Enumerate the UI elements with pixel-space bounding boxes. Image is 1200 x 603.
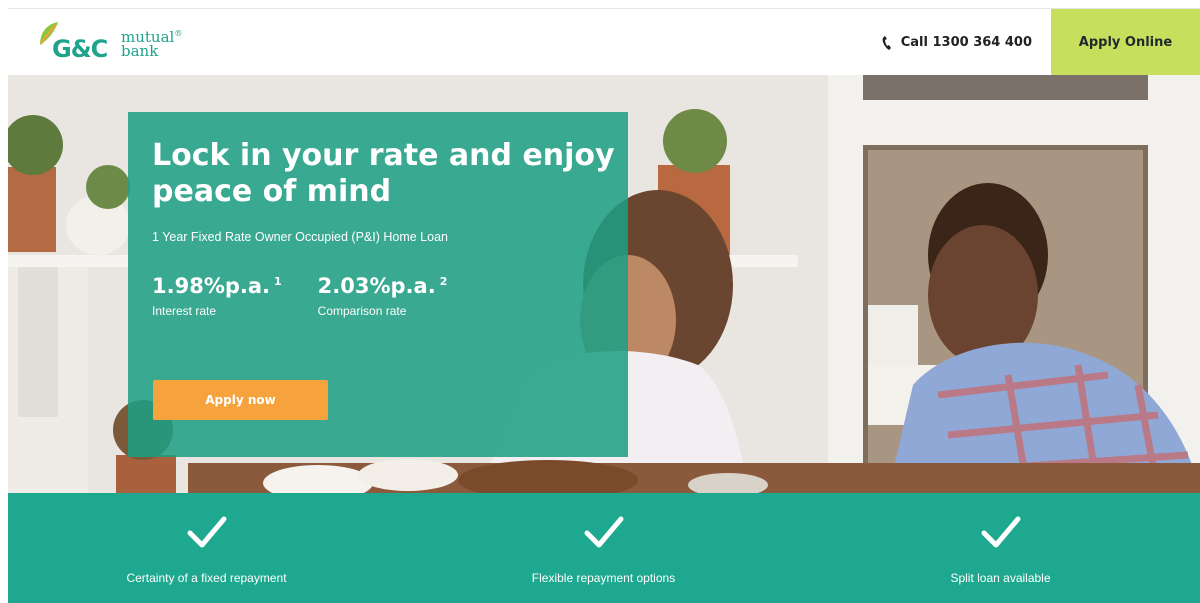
feature-label: Flexible repayment options — [531, 571, 676, 585]
call-link[interactable]: Call 1300 364 400 — [881, 9, 1032, 76]
call-label: Call 1300 364 400 — [900, 35, 1032, 50]
feature-item: Flexible repayment options — [405, 493, 802, 603]
site-header: G&C mutual® bank Call 1300 364 400 Apply… — [8, 8, 1200, 76]
interest-rate-number: 1.98%p.a. — [152, 274, 271, 298]
promo-title: Lock in your rate and enjoy peace of min… — [152, 138, 615, 209]
feature-label: Certainty of a fixed repayment — [126, 571, 287, 585]
apply-online-button[interactable]: Apply Online — [1051, 9, 1200, 76]
feature-item: Certainty of a fixed repayment — [8, 493, 405, 603]
registered-mark: ® — [174, 29, 183, 38]
comparison-rate-label: Comparison rate — [317, 304, 407, 318]
comparison-rate-value: 2.03%p.a. 2 — [318, 274, 448, 298]
logo-word-bank: bank — [121, 42, 159, 60]
checkmark-icon — [584, 516, 623, 548]
promo-subtitle: 1 Year Fixed Rate Owner Occupied (P&I) H… — [152, 230, 448, 244]
comparison-rate: 2.03%p.a. 2 Comparison rate — [318, 274, 448, 318]
footnote-1[interactable]: 1 — [274, 275, 282, 288]
checkmark-icon — [981, 516, 1020, 548]
promo-panel: Lock in your rate and enjoy peace of min… — [128, 112, 628, 457]
interest-rate: 1.98%p.a. 1 Interest rate — [152, 274, 282, 318]
footnote-2[interactable]: 2 — [440, 275, 448, 288]
interest-rate-label: Interest rate — [152, 304, 217, 318]
feature-label: Split loan available — [950, 571, 1051, 585]
logo-words: mutual® bank — [121, 27, 183, 60]
rates-row: 1.98%p.a. 1 Interest rate 2.03%p.a. 2 Comp… — [152, 274, 604, 318]
logo-mark: G&C mutual® bank — [38, 21, 182, 65]
interest-rate-value: 1.98%p.a. 1 — [152, 274, 282, 298]
logo-initials: G&C — [52, 35, 108, 63]
phone-icon — [882, 35, 891, 50]
checkmark-icon — [187, 516, 226, 548]
hero-banner: Lock in your rate and enjoy peace of min… — [8, 75, 1200, 493]
page: G&C mutual® bank Call 1300 364 400 Apply… — [0, 0, 1200, 603]
features-bar: Certainty of a fixed repayment Flexible … — [8, 493, 1200, 603]
feature-item: Split loan available — [802, 493, 1199, 603]
bank-logo[interactable]: G&C mutual® bank — [38, 19, 182, 67]
comparison-rate-number: 2.03%p.a. — [317, 274, 436, 298]
apply-now-button[interactable]: Apply now — [153, 380, 328, 420]
